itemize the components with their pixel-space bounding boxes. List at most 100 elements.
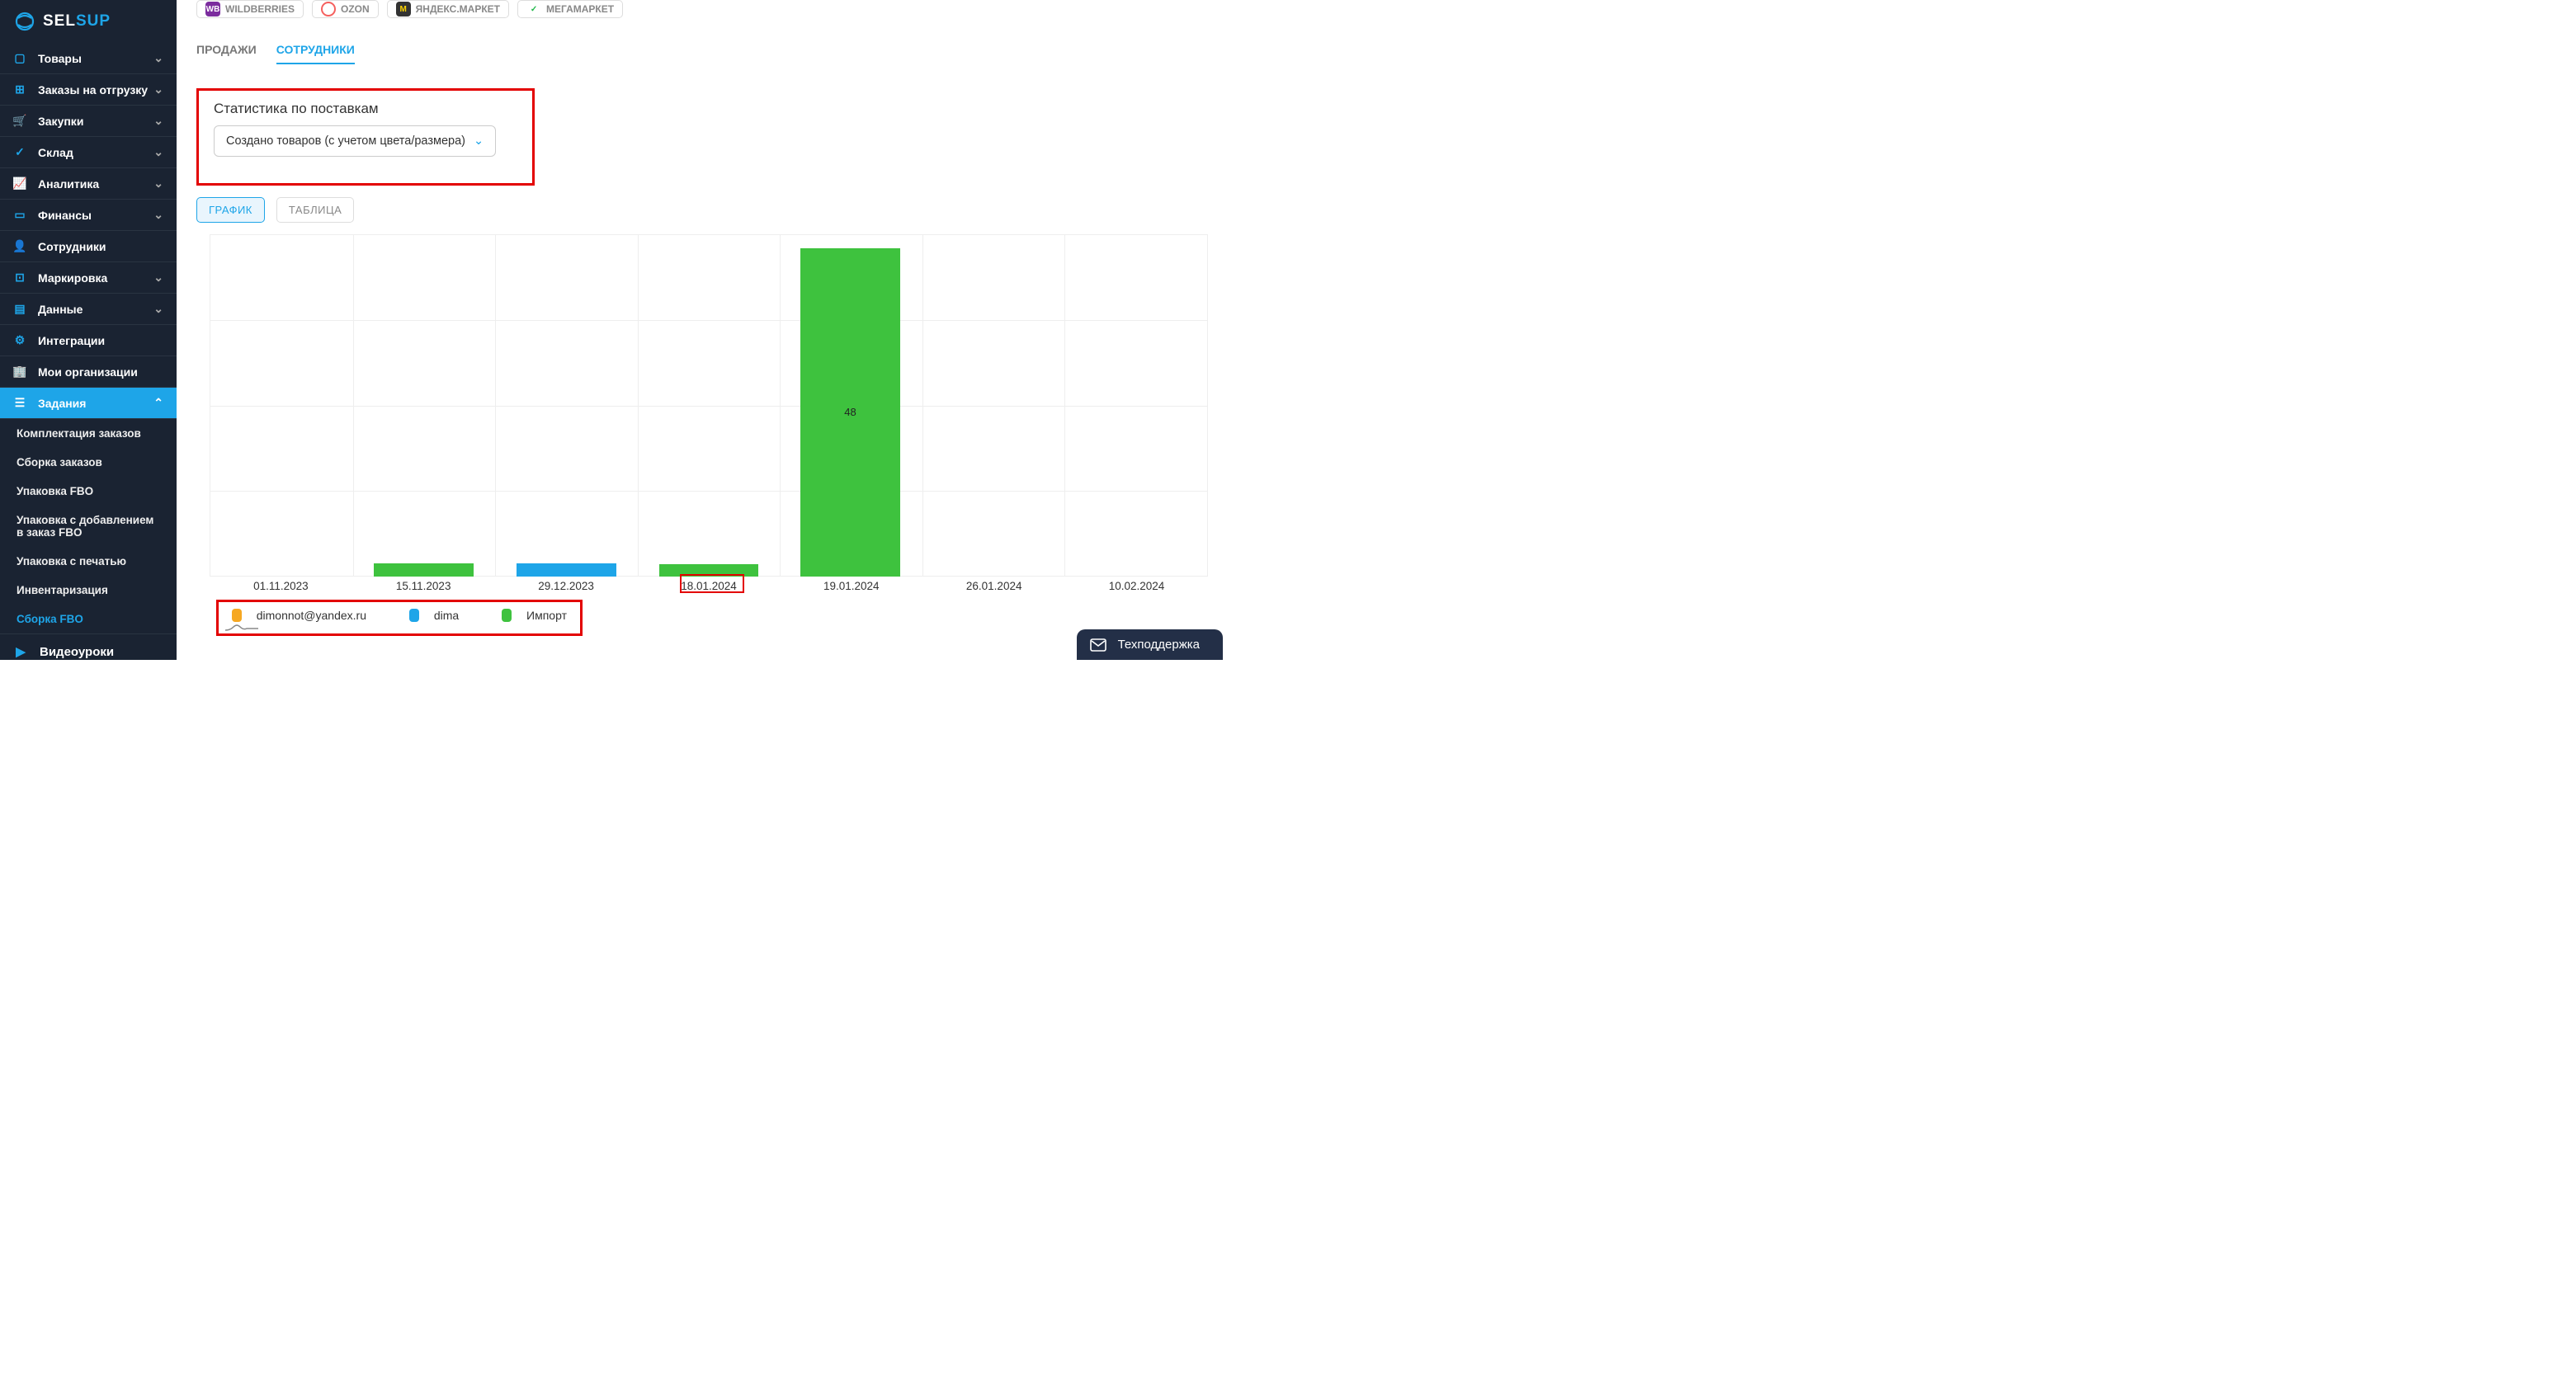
sub-item-upakovka-pech[interactable]: Упаковка с печатью xyxy=(0,547,177,576)
sidebar-item-label: Видеоуроки xyxy=(40,645,114,659)
bar-import-19-01[interactable]: 48 xyxy=(800,248,900,577)
logo-icon xyxy=(13,10,36,33)
sidebar-item-label: Склад xyxy=(38,146,153,159)
sidebar-item-zakupki[interactable]: 🛒 Закупки ⌄ xyxy=(0,106,177,137)
mp-label: WILDBERRIES xyxy=(225,3,295,15)
x-label: 19.01.2024 xyxy=(823,580,880,592)
legend-swatch-green xyxy=(502,609,512,622)
tasks-icon: ☰ xyxy=(13,396,26,410)
sidebar-item-zakazy[interactable]: ⊞ Заказы на отгрузку ⌄ xyxy=(0,74,177,106)
wb-icon: WB xyxy=(205,2,220,16)
check-circle-icon: ✓ xyxy=(13,145,26,159)
ozon-icon xyxy=(321,2,336,16)
wallet-icon: ▭ xyxy=(13,208,26,222)
sub-item-sborka-fbo[interactable]: Сборка FBO xyxy=(0,605,177,633)
subtab-prodazhi[interactable]: ПРОДАЖИ xyxy=(196,36,257,64)
chart-icon: 📈 xyxy=(13,177,26,191)
sidebar-item-label: Интеграции xyxy=(38,334,163,347)
sidebar-item-markirovka[interactable]: ⊡ Маркировка ⌄ xyxy=(0,262,177,294)
legend-label[interactable]: dimonnot@yandex.ru xyxy=(257,609,366,622)
sidebar-item-zadaniya[interactable]: ☰ Задания ⌃ xyxy=(0,388,177,419)
support-label: Техподдержка xyxy=(1118,638,1200,652)
sub-item-upakovka-dobav[interactable]: Упаковка с добавлением в заказ FBO xyxy=(0,506,177,547)
x-label: 15.11.2023 xyxy=(396,580,451,592)
mail-icon xyxy=(1090,638,1106,652)
chevron-down-icon: ⌄ xyxy=(153,177,163,191)
sidebar-item-video[interactable]: ▶ Видеоуроки xyxy=(0,633,177,669)
data-icon: ▤ xyxy=(13,302,26,316)
user-icon: 👤 xyxy=(13,239,26,253)
mp-label: МЕГАМАРКЕТ xyxy=(546,3,614,15)
stat-select[interactable]: Создано товаров (с учетом цвета/размера)… xyxy=(214,125,496,157)
chevron-down-icon: ⌄ xyxy=(474,134,484,148)
chevron-down-icon: ⌄ xyxy=(153,82,163,97)
legend-label[interactable]: Импорт xyxy=(526,609,567,622)
mp-tag-mega[interactable]: ✓ МЕГАМАРКЕТ xyxy=(517,0,623,18)
sidebar-item-orgs[interactable]: 🏢 Мои организации xyxy=(0,356,177,388)
mp-tag-ozon[interactable]: OZON xyxy=(312,0,379,18)
main-content: WB WILDBERRIES OZON М ЯНДЕКС.МАРКЕТ ✓ МЕ… xyxy=(177,0,1238,660)
sidebar-item-analitika[interactable]: 📈 Аналитика ⌄ xyxy=(0,168,177,200)
bar-dima-29-12[interactable] xyxy=(517,563,616,577)
sidebar-item-label: Заказы на отгрузку xyxy=(38,83,153,97)
sidebar-item-label: Задания xyxy=(38,397,153,410)
box-icon: ▢ xyxy=(13,51,26,65)
mega-icon: ✓ xyxy=(526,2,541,16)
chart: 48 01.11.2023 15.11.2023 29.12.2023 18.0… xyxy=(210,234,1208,636)
qr-icon: ⊡ xyxy=(13,271,26,285)
bar-label: 48 xyxy=(844,406,856,418)
logo[interactable]: SELSUP xyxy=(0,0,177,43)
sidebar-item-sklad[interactable]: ✓ Склад ⌄ xyxy=(0,137,177,168)
sidebar-item-dannye[interactable]: ▤ Данные ⌄ xyxy=(0,294,177,325)
mp-label: OZON xyxy=(341,3,370,15)
x-label: 29.12.2023 xyxy=(538,580,594,592)
chevron-up-icon: ⌃ xyxy=(153,396,163,410)
sidebar-item-label: Данные xyxy=(38,303,153,316)
sidebar-item-label: Мои организации xyxy=(38,365,163,379)
plug-icon: ⚙ xyxy=(13,333,26,347)
bar-import-15-11[interactable] xyxy=(374,563,474,577)
x-label: 18.01.2024 xyxy=(681,580,737,592)
cart-icon: 🛒 xyxy=(13,114,26,128)
marketplace-tags: WB WILDBERRIES OZON М ЯНДЕКС.МАРКЕТ ✓ МЕ… xyxy=(196,0,1221,18)
view-btn-grafik[interactable]: ГРАФИК xyxy=(196,197,265,223)
sidebar-item-sotrudniki[interactable]: 👤 Сотрудники xyxy=(0,231,177,262)
view-toggle: ГРАФИК ТАБЛИЦА xyxy=(196,197,1221,223)
sub-item-invent[interactable]: Инвентаризация xyxy=(0,576,177,605)
chevron-down-icon: ⌄ xyxy=(153,208,163,222)
mp-tag-wildberries[interactable]: WB WILDBERRIES xyxy=(196,0,304,18)
yandex-icon: М xyxy=(396,2,411,16)
play-icon: ▶ xyxy=(13,644,28,659)
stat-select-value: Создано товаров (с учетом цвета/размера) xyxy=(226,134,465,148)
legend-swatch-orange xyxy=(232,609,242,622)
x-label: 26.01.2024 xyxy=(966,580,1022,592)
sidebar-item-label: Товары xyxy=(38,52,153,65)
sidebar-item-finansy[interactable]: ▭ Финансы ⌄ xyxy=(0,200,177,231)
chevron-down-icon: ⌄ xyxy=(153,145,163,159)
chevron-down-icon: ⌄ xyxy=(153,271,163,285)
sub-item-upakovka-fbo[interactable]: Упаковка FBO xyxy=(0,477,177,506)
chevron-down-icon: ⌄ xyxy=(153,51,163,65)
grid-icon: ⊞ xyxy=(13,82,26,97)
chevron-down-icon: ⌄ xyxy=(153,302,163,316)
view-btn-tablica[interactable]: ТАБЛИЦА xyxy=(276,197,354,223)
mp-tag-yandex[interactable]: М ЯНДЕКС.МАРКЕТ xyxy=(387,0,509,18)
sidebar-item-label: Финансы xyxy=(38,209,153,222)
legend-highlight: dimonnot@yandex.ru dima Импорт xyxy=(216,600,583,636)
sub-item-komplekt[interactable]: Комплектация заказов xyxy=(0,419,177,448)
mp-label: ЯНДЕКС.МАРКЕТ xyxy=(416,3,500,15)
legend: dimonnot@yandex.ru dima Импорт xyxy=(219,602,580,629)
legend-label[interactable]: dima xyxy=(434,609,459,622)
zoom-scrubber-icon xyxy=(225,622,258,632)
x-label: 10.02.2024 xyxy=(1109,580,1165,592)
sidebar-item-tovary[interactable]: ▢ Товары ⌄ xyxy=(0,43,177,74)
support-widget[interactable]: Техподдержка xyxy=(1077,629,1223,660)
sidebar-item-integracii[interactable]: ⚙ Интеграции xyxy=(0,325,177,356)
chevron-down-icon: ⌄ xyxy=(153,114,163,128)
sidebar-item-label: Сотрудники xyxy=(38,240,163,253)
stat-title: Статистика по поставкам xyxy=(214,101,517,117)
sidebar-item-label: Маркировка xyxy=(38,271,153,285)
sub-item-sborka[interactable]: Сборка заказов xyxy=(0,448,177,477)
subtab-sotrudniki[interactable]: СОТРУДНИКИ xyxy=(276,36,355,64)
sidebar-item-label: Закупки xyxy=(38,115,153,128)
